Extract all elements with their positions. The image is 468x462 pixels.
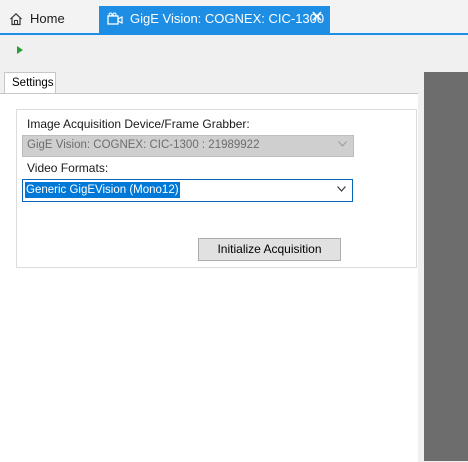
tab-home-label: Home <box>30 11 65 26</box>
video-format-value: Generic GigEVision (Mono12) <box>25 182 180 198</box>
device-select: GigE Vision: COGNEX: CIC-1300 : 21989922 <box>22 135 354 157</box>
tab-settings-label: Settings <box>12 77 54 89</box>
device-label: Image Acquisition Device/Frame Grabber: <box>27 117 250 131</box>
tab-home[interactable]: Home <box>0 6 96 32</box>
device-select-value: GigE Vision: COGNEX: CIC-1300 : 21989922 <box>27 139 260 151</box>
tab-gige-vision[interactable]: GigE Vision: COGNEX: CIC-1300 ✕ <box>99 6 330 33</box>
chevron-down-icon <box>338 141 347 147</box>
display-area <box>424 72 468 461</box>
tab-strip: Home GigE Vision: COGNEX: CIC-1300 ✕ <box>0 0 468 36</box>
chevron-down-icon <box>337 186 346 192</box>
format-label: Video Formats: <box>27 161 109 175</box>
tab-gige-vision-label: GigE Vision: COGNEX: CIC-1300 <box>130 11 325 26</box>
close-tab-button[interactable]: ✕ <box>309 9 325 27</box>
play-icon[interactable] <box>15 45 25 55</box>
video-camera-icon <box>107 12 123 25</box>
video-format-select[interactable]: Generic GigEVision (Mono12) <box>22 179 353 202</box>
toolbar <box>0 35 468 70</box>
home-icon <box>10 12 22 26</box>
initialize-acquisition-button[interactable]: Initialize Acquisition <box>198 238 341 261</box>
tab-settings[interactable]: Settings <box>4 72 56 94</box>
